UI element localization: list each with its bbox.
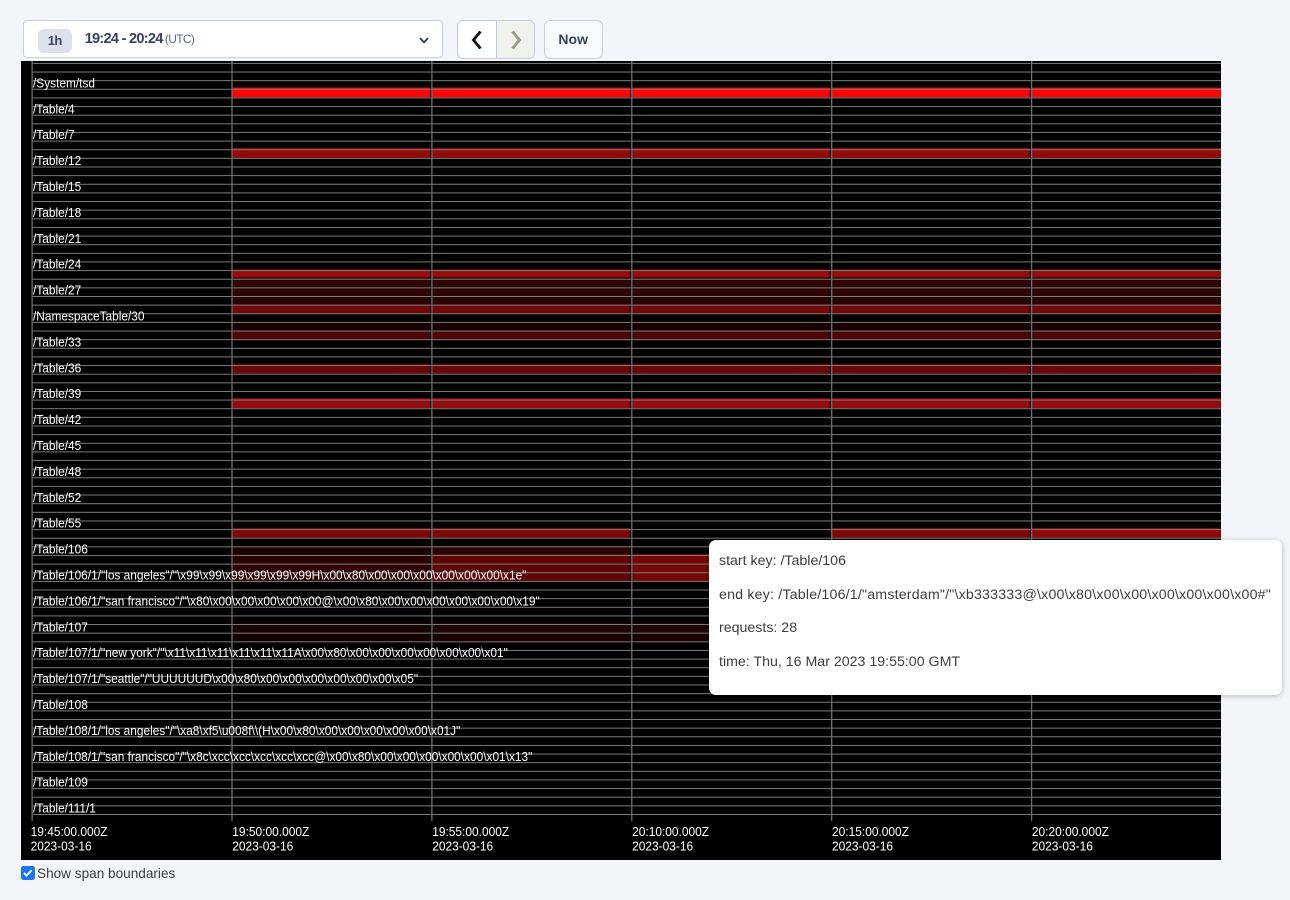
svg-text:/Table/107: /Table/107 <box>33 619 88 634</box>
svg-text:/Table/39: /Table/39 <box>33 386 81 401</box>
svg-text:/Table/55: /Table/55 <box>33 515 81 530</box>
svg-text:2023-03-16: 2023-03-16 <box>632 839 693 853</box>
svg-text:/Table/52: /Table/52 <box>33 489 81 504</box>
svg-text:/Table/15: /Table/15 <box>33 178 81 193</box>
svg-text:/Table/108: /Table/108 <box>33 696 88 711</box>
svg-text:20:20:00.000Z: 20:20:00.000Z <box>1032 825 1109 839</box>
svg-text:20:10:00.000Z: 20:10:00.000Z <box>632 825 709 839</box>
svg-text:/Table/107/1/"new york"/"\x11\: /Table/107/1/"new york"/"\x11\x11\x11\x1… <box>33 645 508 660</box>
svg-text:19:45:00.000Z: 19:45:00.000Z <box>31 825 108 839</box>
svg-text:/Table/107/1/"seattle"/"UUUUUU: /Table/107/1/"seattle"/"UUUUUUD\x00\x80\… <box>33 671 418 686</box>
svg-text:/Table/42: /Table/42 <box>33 412 81 427</box>
svg-text:/Table/108/1/"san francisco"/": /Table/108/1/"san francisco"/"\x8c\xcc\x… <box>33 748 533 763</box>
svg-text:/Table/12: /Table/12 <box>33 153 81 168</box>
svg-text:/Table/4: /Table/4 <box>33 101 75 116</box>
svg-text:/Table/24: /Table/24 <box>33 256 81 271</box>
svg-text:/Table/45: /Table/45 <box>33 437 81 452</box>
svg-text:/Table/111/1: /Table/111/1 <box>33 800 96 815</box>
svg-text:/Table/109: /Table/109 <box>33 774 88 789</box>
svg-text:/Table/21: /Table/21 <box>33 230 81 245</box>
svg-text:/Table/108/1/"los angeles"/"\x: /Table/108/1/"los angeles"/"\xa8\xf5\u00… <box>33 722 461 737</box>
svg-text:/Table/106: /Table/106 <box>33 541 88 556</box>
svg-text:2023-03-16: 2023-03-16 <box>1032 839 1093 853</box>
svg-text:/Table/27: /Table/27 <box>33 282 81 297</box>
svg-text:2023-03-16: 2023-03-16 <box>832 839 893 853</box>
svg-text:/Table/33: /Table/33 <box>33 334 81 349</box>
svg-text:/Table/36: /Table/36 <box>33 360 81 375</box>
svg-text:/System/tsd: /System/tsd <box>33 75 95 90</box>
svg-text:2023-03-16: 2023-03-16 <box>31 839 92 853</box>
svg-text:2023-03-16: 2023-03-16 <box>432 839 493 853</box>
svg-text:19:55:00.000Z: 19:55:00.000Z <box>432 825 509 839</box>
svg-text:/Table/106/1/"san francisco"/": /Table/106/1/"san francisco"/"\x80\x00\x… <box>33 593 540 608</box>
svg-text:/Table/106/1/"los angeles"/"\x: /Table/106/1/"los angeles"/"\x99\x99\x99… <box>33 567 527 582</box>
svg-text:2023-03-16: 2023-03-16 <box>232 839 293 853</box>
svg-text:20:15:00.000Z: 20:15:00.000Z <box>832 825 909 839</box>
svg-text:/Table/7: /Table/7 <box>33 127 75 142</box>
svg-text:/Table/48: /Table/48 <box>33 463 81 478</box>
svg-text:19:50:00.000Z: 19:50:00.000Z <box>232 825 309 839</box>
svg-text:/NamespaceTable/30: /NamespaceTable/30 <box>33 308 145 323</box>
svg-text:/Table/18: /Table/18 <box>33 204 81 219</box>
